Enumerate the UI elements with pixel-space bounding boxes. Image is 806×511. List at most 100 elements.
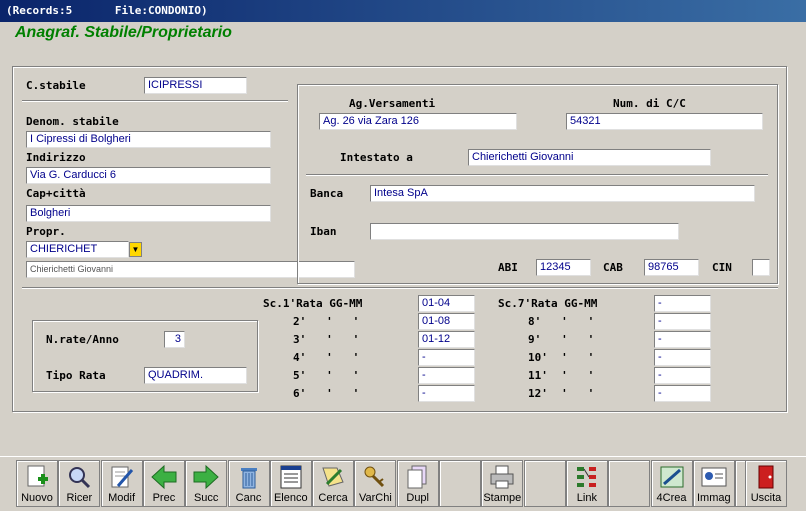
toolbar-label: Stampe	[483, 492, 522, 504]
rate-label: Sc.7'Rata GG-MM	[498, 297, 598, 310]
intestato-label: Intestato a	[340, 151, 413, 164]
cin-label: CIN	[712, 261, 732, 274]
cab-label: CAB	[603, 261, 623, 274]
uscita-button[interactable]: Uscita	[745, 460, 787, 507]
elenco-button[interactable]: Elenco	[269, 460, 312, 507]
rate-date-field[interactable]: 01-04	[418, 295, 475, 312]
rate-label: 9' ' '	[528, 333, 595, 346]
blank1-button[interactable]	[439, 460, 481, 507]
toolbar-label: Nuovo	[21, 492, 53, 504]
rate-date-field[interactable]: 01-12	[418, 331, 475, 348]
numcc-field[interactable]: 54321	[566, 113, 763, 130]
cin-field[interactable]	[752, 259, 770, 276]
rate-label: 8' ' '	[528, 315, 595, 328]
stampe-button[interactable]: Stampe	[481, 460, 524, 507]
banca-field[interactable]: Intesa SpA	[370, 185, 755, 202]
modif-button[interactable]: Modif	[100, 460, 143, 507]
rate-date-field[interactable]: -	[654, 295, 711, 312]
rate-label: 11' ' '	[528, 369, 595, 382]
blank2-button[interactable]	[523, 460, 566, 507]
nuovo-button[interactable]: Nuovo	[16, 460, 58, 507]
list-icon	[277, 464, 305, 490]
window-titlebar: (Records:5 File:CONDONIO)	[0, 0, 806, 22]
rate-label: 12' ' '	[528, 387, 595, 400]
rate-date-field[interactable]: -	[654, 313, 711, 330]
search-icon	[65, 464, 93, 490]
nrate-field[interactable]: 3	[164, 331, 185, 348]
cerca-button[interactable]: Cerca	[312, 460, 355, 507]
abi-field[interactable]: 12345	[536, 259, 591, 276]
exit-door-icon	[752, 464, 780, 490]
toolbar-label: Canc	[235, 492, 262, 504]
toolbar: Nuovo Ricer Modif Prec Succ Canc Elenco Cerca Va…	[0, 456, 806, 511]
blank-slot	[615, 464, 643, 490]
iban-field[interactable]	[370, 223, 679, 240]
bank-separator	[306, 174, 768, 176]
agvers-field[interactable]: Ag. 26 via Zara 126	[319, 113, 517, 130]
link-icon	[573, 464, 601, 490]
rate-date-field[interactable]: -	[418, 367, 475, 384]
varchi-button[interactable]: VarChi	[354, 460, 397, 507]
rate-label: 6' ' '	[293, 387, 360, 400]
numcc-label: Num. di C/C	[613, 97, 686, 110]
abi-label: ABI	[498, 261, 518, 274]
agvers-label: Ag.Versamenti	[349, 97, 436, 110]
cap-field[interactable]: Bolgheri	[26, 205, 271, 222]
canc-button[interactable]: Canc	[227, 460, 270, 507]
rate-date-field[interactable]: -	[654, 367, 711, 384]
toolbar-label: Prec	[152, 492, 176, 504]
page-title: Anagraf. Stabile/Proprietario	[15, 24, 232, 41]
tipo-field[interactable]: QUADRIM.	[144, 367, 247, 384]
ricer-button[interactable]: Ricer	[58, 460, 101, 507]
rate-date-field[interactable]: -	[418, 349, 475, 366]
cab-field[interactable]: 98765	[644, 259, 699, 276]
rate-label: Sc.1'Rata GG-MM	[263, 297, 363, 310]
cstabile-field[interactable]: ICIPRESSI	[144, 77, 247, 94]
arrow-right-icon	[192, 464, 220, 490]
rate-date-field[interactable]: 01-08	[418, 313, 475, 330]
propr-select[interactable]: CHIERICHET	[26, 241, 129, 258]
rate-date-field[interactable]: -	[654, 349, 711, 366]
cstabile-label: C.stabile	[26, 79, 86, 92]
iban-label: Iban	[310, 225, 337, 238]
succ-button[interactable]: Succ	[185, 460, 228, 507]
rate-label: 2' ' '	[293, 315, 360, 328]
toolbar-label: Immag	[696, 492, 731, 504]
rate-label: 3' ' '	[293, 333, 360, 346]
toolbar-label: Elenco	[273, 492, 308, 504]
rate-date-field[interactable]: -	[654, 385, 711, 402]
keys-icon	[361, 464, 389, 490]
trash-icon	[235, 464, 263, 490]
chevron-down-icon[interactable]: ▼	[129, 242, 142, 257]
find-icon	[319, 464, 347, 490]
image-icon	[700, 464, 728, 490]
nrate-label: N.rate/Anno	[46, 333, 119, 346]
rate-label: 5' ' '	[293, 369, 360, 382]
blank3-button[interactable]	[608, 460, 651, 507]
new-record-icon	[23, 464, 51, 490]
rate-date-field[interactable]: -	[418, 385, 475, 402]
intestato-field[interactable]: Chierichetti Giovanni	[468, 149, 711, 166]
toolbar-label: VarChi	[358, 492, 392, 504]
records-count: (Records:5	[6, 4, 73, 17]
immag-button[interactable]: Immag	[692, 460, 735, 507]
rate-date-field[interactable]: -	[654, 331, 711, 348]
create-icon	[658, 464, 686, 490]
link-button[interactable]: Link	[565, 460, 608, 507]
dupl-button[interactable]: Dupl	[396, 460, 439, 507]
rate-label: 4' ' '	[293, 351, 360, 364]
indirizzo-field[interactable]: Via G. Carducci 6	[26, 167, 271, 184]
denom-field[interactable]: I Cipressi di Bolgheri	[26, 131, 271, 148]
printer-icon	[488, 464, 516, 490]
file-name: File:CONDONIO)	[114, 4, 208, 17]
toolbar-label: 4Crea	[656, 492, 687, 504]
toolbar-label: Ricer	[66, 492, 93, 504]
toolbar-label: Dupl	[406, 492, 429, 504]
4crea-button[interactable]: 4Crea	[650, 460, 693, 507]
blank-slot	[446, 464, 474, 490]
propr-label: Propr.	[26, 225, 66, 238]
cap-label: Cap+città	[26, 187, 86, 200]
prec-button[interactable]: Prec	[142, 460, 185, 507]
arrow-left-icon	[150, 464, 178, 490]
toolbar-label: Uscita	[750, 492, 782, 504]
